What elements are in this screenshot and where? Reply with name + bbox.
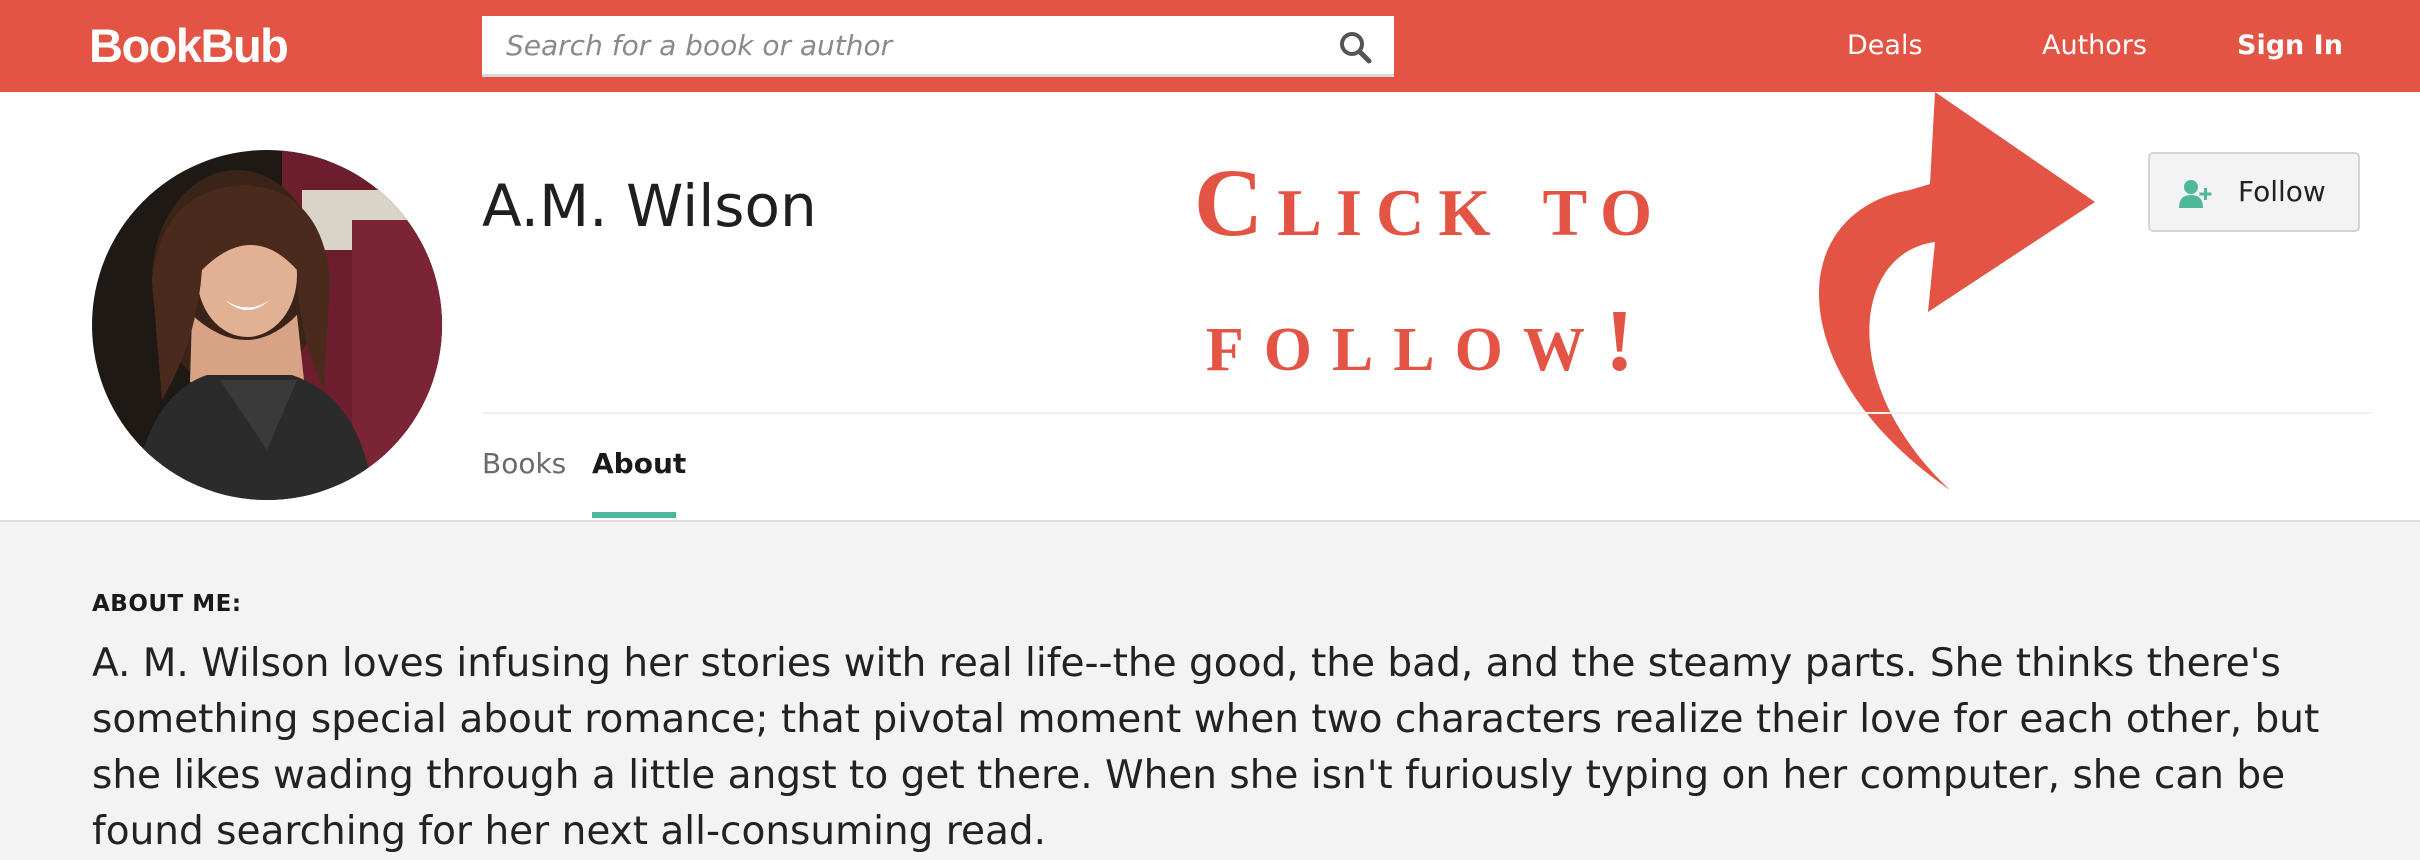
bookbub-logo[interactable]: BookBub — [89, 18, 289, 74]
tab-about[interactable]: About — [592, 444, 686, 484]
search-icon[interactable] — [1338, 30, 1372, 64]
follow-button[interactable]: Follow — [2148, 152, 2360, 232]
search-input[interactable] — [506, 24, 1306, 66]
about-text: A. M. Wilson loves infusing her stories … — [92, 641, 2320, 854]
author-profile-header: A.M. Wilson Click to follow! Follow Book… — [0, 92, 2420, 522]
author-name: A.M. Wilson — [482, 172, 817, 240]
add-user-icon — [2178, 179, 2212, 209]
follow-button-label: Follow — [2238, 175, 2326, 208]
search-box[interactable] — [482, 16, 1394, 77]
top-navigation-bar: BookBub Deals Authors Sign In — [0, 0, 2420, 92]
tab-books[interactable]: Books — [482, 444, 566, 484]
callout-line-2: follow! — [1205, 293, 1655, 390]
profile-divider — [482, 412, 2372, 414]
curved-arrow-icon — [1818, 92, 2095, 490]
active-tab-indicator — [592, 512, 676, 518]
sign-in-link[interactable]: Sign In — [2237, 28, 2343, 64]
click-to-follow-callout: Click to follow! — [1110, 148, 1750, 392]
about-heading: ABOUT ME: — [92, 591, 242, 617]
callout-line-1: Click to — [1193, 149, 1667, 256]
nav-deals-link[interactable]: Deals — [1847, 28, 1923, 64]
author-avatar — [92, 150, 442, 500]
nav-authors-link[interactable]: Authors — [2042, 28, 2147, 64]
